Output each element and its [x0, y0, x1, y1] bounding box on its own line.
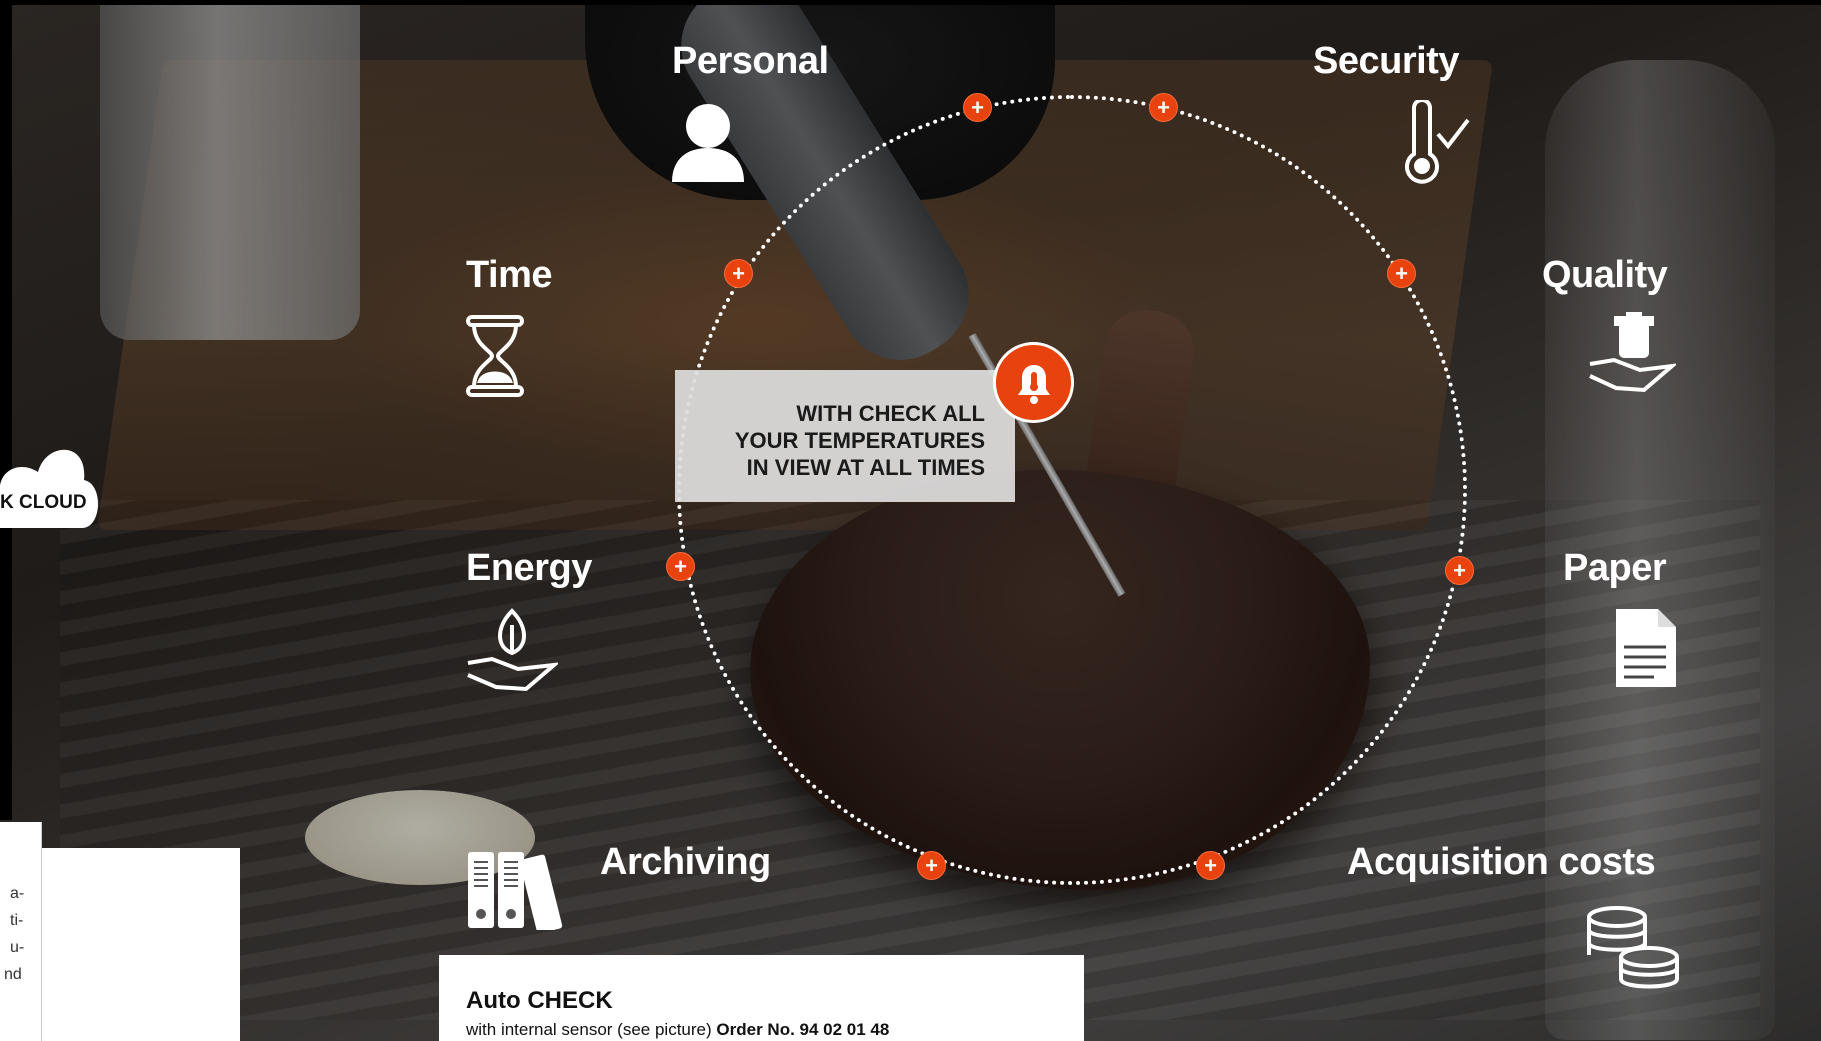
plus-marker[interactable]: + [724, 259, 753, 288]
plus-marker[interactable]: + [1196, 851, 1225, 880]
feature-security-label: Security [1313, 40, 1459, 82]
thermometer-check-icon [1405, 100, 1470, 184]
plus-marker[interactable]: + [1149, 93, 1178, 122]
feature-archiving-label: Archiving [600, 841, 771, 883]
side-text: a- ti- u- nd [4, 885, 25, 983]
plus-marker[interactable]: + [1445, 556, 1474, 585]
info-line-3: IN VIEW AT ALL TIMES [746, 455, 985, 480]
product-description: with internal sensor (see picture) [466, 1020, 712, 1039]
person-icon [672, 104, 744, 182]
info-line-1: WITH CHECK ALL [796, 401, 985, 426]
hourglass-icon [466, 315, 524, 397]
temperature-info-box: WITH CHECK ALL YOUR TEMPERATURES IN VIEW… [675, 370, 1015, 502]
feature-energy-label: Energy [466, 547, 592, 589]
product-details: with internal sensor (see picture) Order… [466, 1020, 1084, 1040]
document-icon [1616, 609, 1676, 687]
feature-personal-label: Personal [672, 40, 829, 82]
frame-top [0, 0, 1821, 5]
trash-hand-icon [1589, 312, 1676, 393]
plus-marker[interactable]: + [917, 851, 946, 880]
plus-marker[interactable]: + [963, 93, 992, 122]
plus-marker[interactable]: + [1387, 259, 1416, 288]
product-card: Auto CHECK with internal sensor (see pic… [439, 955, 1084, 1041]
side-panel [42, 848, 240, 1041]
bell-thermometer-badge [993, 342, 1074, 423]
archive-binders-icon [468, 852, 563, 930]
product-name: Auto CHECK [466, 987, 613, 1014]
info-line-2: YOUR TEMPERATURES [734, 428, 985, 453]
order-number: Order No. 94 02 01 48 [716, 1020, 890, 1039]
feature-quality-label: Quality [1542, 254, 1668, 296]
feature-acquisition-costs-label: Acquisition costs [1347, 841, 1656, 883]
plus-marker[interactable]: + [666, 552, 695, 581]
energy-leaf-hand-icon [467, 608, 558, 691]
feature-time-label: Time [466, 254, 553, 296]
coins-icon [1587, 906, 1679, 989]
bell-thermometer-icon [1018, 365, 1050, 404]
feature-paper-label: Paper [1563, 547, 1667, 589]
frame-left [0, 0, 12, 820]
cloud-label: K CLOUD [0, 492, 87, 513]
